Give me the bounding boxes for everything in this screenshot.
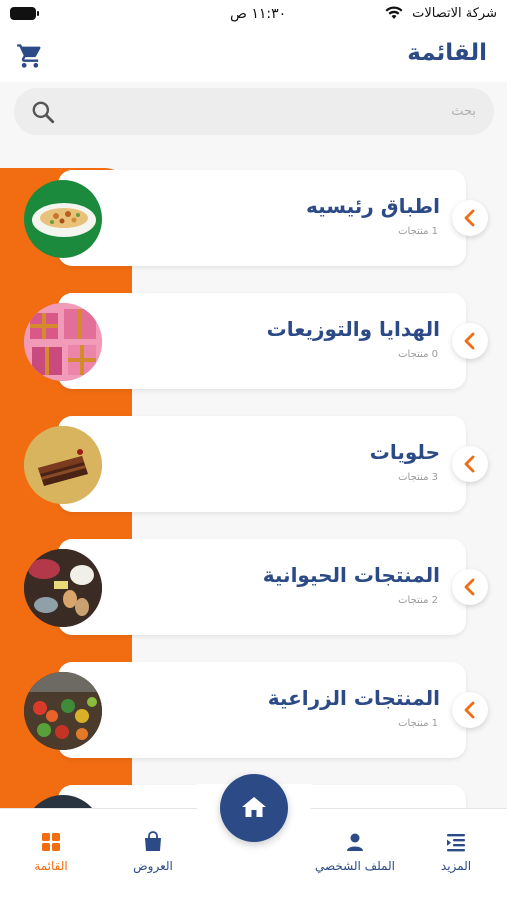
chevron-left-icon [464, 332, 475, 350]
category-name: المنتجات الحيوانية [262, 563, 440, 587]
nav-item-more[interactable]: المزيد [411, 831, 501, 873]
category-image-gifts [24, 303, 102, 381]
nav-label: العروض [133, 859, 173, 873]
chevron-left-icon [464, 209, 475, 227]
wifi-icon [385, 6, 403, 19]
search-icon[interactable] [30, 99, 56, 125]
category-open-button[interactable] [452, 323, 488, 359]
battery-icon [10, 7, 39, 20]
search-input[interactable] [76, 88, 476, 135]
status-bar: ١١:٣٠ ص شركة الاتصالات [0, 0, 507, 30]
category-card-agricultural-products[interactable]: المنتجات الزراعية 1 منتجات [58, 662, 466, 758]
category-name: الهدايا والتوزيعات [266, 317, 440, 341]
category-name: حلويات [369, 440, 440, 464]
nav-item-profile[interactable]: الملف الشخصي [310, 831, 400, 873]
category-open-button[interactable] [452, 200, 488, 236]
category-count: 1 منتجات [398, 718, 438, 729]
nav-label: الملف الشخصي [315, 859, 395, 873]
home-icon [242, 797, 266, 817]
nav-item-menu[interactable]: القائمة [6, 831, 96, 873]
category-card-main-dishes[interactable]: اطباق رئيسيه 1 منتجات [58, 170, 466, 266]
category-count: 1 منتجات [398, 226, 438, 237]
category-count: 2 منتجات [398, 595, 438, 606]
category-card-sweets[interactable]: حلويات 3 منتجات [58, 416, 466, 512]
carrier-name: شركة الاتصالات [412, 6, 497, 21]
category-list: اطباق رئيسيه 1 منتجات الهدايا والتوزيعات… [0, 150, 507, 810]
category-image-animal-products [24, 549, 102, 627]
profile-icon [347, 833, 363, 851]
category-card-gifts[interactable]: الهدايا والتوزيعات 0 منتجات [58, 293, 466, 389]
nav-label: القائمة [34, 859, 68, 873]
category-image-produce [24, 672, 102, 750]
home-button[interactable] [220, 774, 288, 842]
offers-bag-icon [145, 831, 161, 851]
category-name: المنتجات الزراعية [267, 686, 440, 710]
category-open-button[interactable] [452, 692, 488, 728]
chevron-left-icon [464, 701, 475, 719]
nav-item-offers[interactable]: العروض [108, 831, 198, 873]
search-bar [14, 88, 494, 135]
app-header: القائمة [0, 30, 507, 82]
chevron-left-icon [464, 578, 475, 596]
category-name: اطباق رئيسيه [305, 194, 440, 218]
chevron-left-icon [464, 455, 475, 473]
category-card-animal-products[interactable]: المنتجات الحيوانية 2 منتجات [58, 539, 466, 635]
status-time: ١١:٣٠ ص [230, 6, 287, 22]
category-open-button[interactable] [452, 569, 488, 605]
category-count: 0 منتجات [398, 349, 438, 360]
category-image-cake [24, 426, 102, 504]
category-image-main-dish [24, 180, 102, 258]
category-count: 3 منتجات [398, 472, 438, 483]
menu-grid-icon [42, 833, 60, 851]
more-icon [447, 834, 465, 852]
category-open-button[interactable] [452, 446, 488, 482]
page-title: القائمة [407, 40, 487, 66]
nav-label: المزيد [440, 859, 472, 873]
cart-icon[interactable] [16, 42, 44, 70]
